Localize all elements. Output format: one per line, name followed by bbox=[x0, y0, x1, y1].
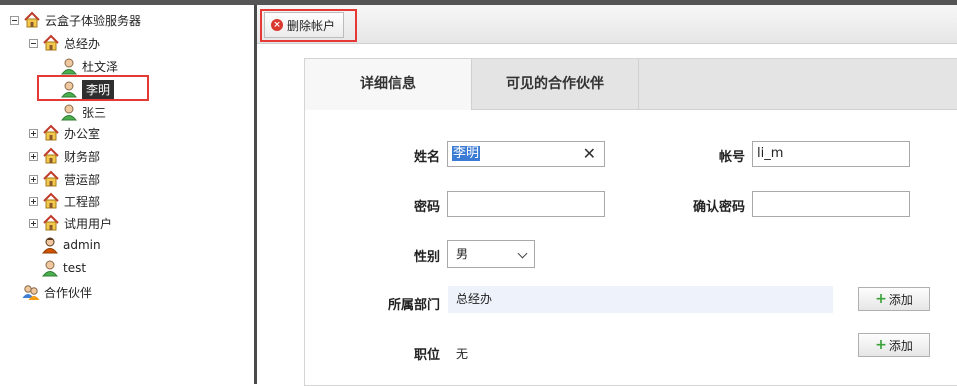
gender-value: 男 bbox=[456, 247, 469, 261]
department-house-icon bbox=[43, 124, 59, 141]
expand-icon[interactable] bbox=[29, 128, 38, 138]
gender-select[interactable]: 男 bbox=[447, 240, 535, 268]
collapse-icon[interactable] bbox=[10, 15, 19, 25]
name-value: 李明 bbox=[452, 146, 481, 161]
server-home-icon bbox=[24, 11, 40, 28]
tree-user-label: 张三 bbox=[82, 105, 107, 120]
password-label: 密码 bbox=[413, 200, 440, 215]
add-label: 添加 bbox=[888, 292, 913, 307]
user-icon bbox=[41, 260, 59, 277]
user-icon bbox=[60, 104, 78, 121]
department-label: 所属部门 bbox=[387, 298, 440, 313]
tree-group-label: 工程部 bbox=[64, 194, 101, 209]
tree-user-test[interactable]: test bbox=[41, 258, 86, 278]
name-label: 姓名 bbox=[413, 150, 440, 165]
tree-group-label: 办公室 bbox=[64, 126, 101, 141]
panel-splitter[interactable] bbox=[254, 5, 257, 384]
tree-user-zhangsan[interactable]: 张三 bbox=[60, 102, 106, 122]
gender-label: 性别 bbox=[413, 250, 440, 265]
department-house-icon bbox=[43, 34, 59, 51]
department-house-icon bbox=[43, 192, 59, 209]
plus-icon: + bbox=[875, 291, 887, 307]
partners-icon bbox=[22, 285, 40, 300]
delete-highlight-box bbox=[260, 9, 357, 42]
admin-user-icon bbox=[41, 237, 59, 254]
tree-group-label: 营运部 bbox=[64, 172, 101, 187]
tree-group-label: 总经办 bbox=[64, 36, 101, 51]
department-house-icon bbox=[43, 214, 59, 231]
expand-icon[interactable] bbox=[29, 174, 38, 184]
tree-group-caiwubu[interactable]: 财务部 bbox=[29, 146, 100, 166]
confirm-password-label: 确认密码 bbox=[692, 200, 745, 215]
tree-group-label: 财务部 bbox=[64, 149, 101, 164]
org-tree-panel: 云盒子体验服务器 总经办 杜文泽 李明 张三 办公室 财务部 营运部 工程部 试… bbox=[0, 5, 254, 384]
tab-details[interactable]: 详细信息 bbox=[305, 59, 472, 110]
clear-icon[interactable]: ✕ bbox=[583, 142, 596, 166]
tree-root[interactable]: 云盒子体验服务器 bbox=[10, 10, 141, 30]
position-value: 无 bbox=[456, 347, 469, 361]
tree-partners[interactable]: 合作伙伴 bbox=[22, 282, 92, 302]
add-department-button[interactable]: + 添加 bbox=[858, 287, 930, 311]
tree-user-label: admin bbox=[63, 238, 101, 252]
tree-user-label: 杜文泽 bbox=[82, 59, 119, 74]
tree-root-label: 云盒子体验服务器 bbox=[45, 13, 142, 28]
selection-highlight-box bbox=[37, 75, 149, 101]
add-position-button[interactable]: + 添加 bbox=[858, 333, 930, 357]
expand-icon[interactable] bbox=[29, 196, 38, 206]
tree-group-bangongshi[interactable]: 办公室 bbox=[29, 123, 100, 143]
name-field[interactable]: 李明 ✕ bbox=[447, 141, 605, 167]
confirm-password-field[interactable] bbox=[752, 191, 910, 217]
plus-icon: + bbox=[875, 337, 887, 353]
expand-icon[interactable] bbox=[29, 218, 38, 228]
tab-visible-partners[interactable]: 可见的合作伙伴 bbox=[472, 59, 639, 109]
department-house-icon bbox=[43, 147, 59, 164]
tree-group-gongchengbu[interactable]: 工程部 bbox=[29, 191, 100, 211]
chevron-down-icon bbox=[517, 248, 528, 259]
tree-group-zongjingban[interactable]: 总经办 bbox=[29, 33, 100, 53]
tree-user-label: test bbox=[63, 261, 87, 275]
collapse-icon[interactable] bbox=[29, 38, 38, 48]
department-field: 总经办 bbox=[448, 286, 833, 313]
tab-bar: 详细信息 可见的合作伙伴 bbox=[305, 59, 957, 110]
tree-group-label: 试用用户 bbox=[64, 216, 113, 231]
position-label: 职位 bbox=[413, 348, 440, 363]
tree-group-shiyongyonghu[interactable]: 试用用户 bbox=[29, 213, 112, 233]
tree-user-admin[interactable]: admin bbox=[41, 235, 101, 255]
tree-group-yingyunbu[interactable]: 营运部 bbox=[29, 169, 100, 189]
user-icon bbox=[60, 58, 78, 75]
account-field[interactable]: li_m bbox=[752, 141, 910, 167]
tree-partners-label: 合作伙伴 bbox=[44, 285, 93, 300]
account-label: 帐号 bbox=[718, 150, 745, 165]
add-label: 添加 bbox=[888, 338, 913, 353]
toolbar: × 删除帐户 bbox=[257, 5, 957, 44]
password-field[interactable] bbox=[447, 191, 605, 217]
tree-user-duwenze[interactable]: 杜文泽 bbox=[60, 56, 118, 76]
expand-icon[interactable] bbox=[29, 151, 38, 161]
department-house-icon bbox=[43, 170, 59, 187]
